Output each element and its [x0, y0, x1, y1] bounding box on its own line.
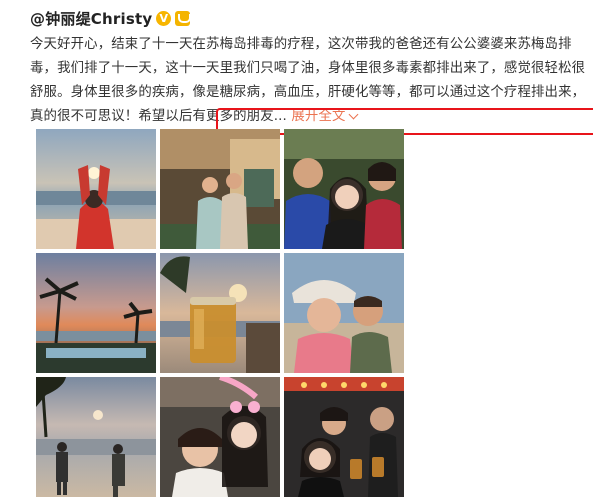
post-text-line: 今天好开心，结束了十一天在苏梅岛排毒的疗程，这次带我的爸爸还有公公婆婆来苏梅岛排 [30, 37, 572, 52]
photo-image [160, 377, 280, 497]
photo-image [160, 253, 280, 373]
photo-image [284, 129, 404, 249]
filtered-selfie-photo[interactable] [160, 377, 280, 497]
author-name[interactable]: @钟丽缇Christy [30, 8, 152, 29]
photo-image [160, 129, 280, 249]
photo-image [36, 129, 156, 249]
post-text-line: 舒服。身体里很多的疾病，像是糖尿病，高血压，肝硬化等等，都可以通过这个疗程排出来… [30, 85, 586, 100]
group-toast-photo[interactable] [284, 377, 404, 497]
couple-selfie-photo[interactable] [284, 253, 404, 373]
honor-badge-icon [175, 10, 192, 26]
two-men-posing-photo[interactable] [160, 129, 280, 249]
palm-sunset-pool-photo[interactable] [36, 253, 156, 373]
family-selfie-photo[interactable] [284, 129, 404, 249]
verified-badge-icon: V [156, 10, 172, 26]
photo-image [36, 253, 156, 373]
two-people-sunset-beach-photo[interactable] [36, 377, 156, 497]
oil-jar-beach-photo[interactable] [160, 253, 280, 373]
post-text-line: 毒，我们排了十一天，这十一天里我们只喝了油，身体里很多毒素都排出来了，感觉很轻松… [30, 61, 586, 76]
photo-image [284, 377, 404, 497]
sunset-heart-hands-photo[interactable] [36, 129, 156, 249]
photo-image [284, 253, 404, 373]
post-header: @钟丽缇Christy V [30, 6, 192, 30]
photo-grid [36, 129, 404, 499]
photo-image [36, 377, 156, 497]
